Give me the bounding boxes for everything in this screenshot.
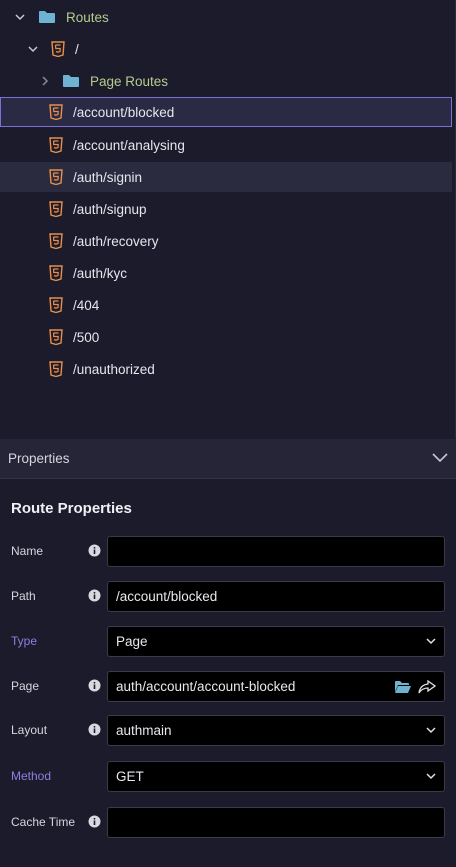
html5-icon <box>49 137 63 153</box>
info-icon[interactable] <box>88 723 101 736</box>
info-icon[interactable] <box>88 679 101 692</box>
tree-label: /unauthorized <box>73 361 155 377</box>
html5-icon <box>49 361 63 377</box>
chevron-right-icon[interactable] <box>37 73 53 89</box>
method-value: GET <box>116 769 144 784</box>
tree-label: / <box>75 41 79 57</box>
cache-time-input[interactable] <box>107 807 445 838</box>
properties-header[interactable]: Properties <box>0 439 456 479</box>
tree-item-route[interactable]: /account/analysing <box>0 130 452 160</box>
type-select[interactable]: Page <box>107 626 445 657</box>
html5-icon <box>49 104 63 120</box>
chevron-down-icon[interactable] <box>12 9 28 25</box>
folder-icon <box>62 74 80 88</box>
name-input[interactable] <box>107 536 445 567</box>
tree-label: /account/blocked <box>73 104 175 120</box>
type-value: Page <box>116 634 148 649</box>
html5-icon <box>49 329 63 345</box>
page-value: auth/account/account-blocked <box>116 679 296 694</box>
layout-label: Layout <box>11 723 48 737</box>
tree-label: /auth/signin <box>73 169 143 185</box>
page-input[interactable]: auth/account/account-blocked <box>107 671 445 702</box>
section-title: Route Properties <box>11 500 132 517</box>
path-row: Path /account/blocked <box>0 581 456 613</box>
share-icon[interactable] <box>418 679 436 694</box>
layout-row: Layout authmain <box>0 715 456 747</box>
layout-select[interactable]: authmain <box>107 715 445 746</box>
tree-item-route[interactable]: /404 <box>0 290 452 320</box>
tree-item-root[interactable]: / <box>0 34 452 64</box>
tree-item-route[interactable]: /auth/signin <box>0 162 452 192</box>
tree-item-route[interactable]: /unauthorized <box>0 354 452 384</box>
html5-icon <box>49 201 63 217</box>
routes-tree: Routes / Page Routes /account/blocked /a… <box>0 0 456 438</box>
folder-open-icon[interactable] <box>394 680 412 694</box>
name-label: Name <box>11 544 44 558</box>
type-row: Type Page <box>0 626 456 658</box>
cache-time-row: Cache Time <box>0 807 456 839</box>
info-icon[interactable] <box>88 589 101 602</box>
html5-icon <box>49 169 63 185</box>
html5-icon <box>49 297 63 313</box>
tree-item-route[interactable]: /account/blocked <box>0 97 452 127</box>
html5-icon <box>51 41 65 57</box>
tree-item-routes[interactable]: Routes <box>0 2 452 32</box>
tree-label: /404 <box>73 297 100 313</box>
tree-label: /auth/signup <box>73 201 147 217</box>
properties-panel: Route Properties Name Path /account/bloc… <box>0 480 456 867</box>
tree-item-route[interactable]: /auth/signup <box>0 194 452 224</box>
tree-label: /500 <box>73 329 100 345</box>
path-input[interactable]: /account/blocked <box>107 581 445 612</box>
folder-icon <box>38 10 56 24</box>
tree-item-route[interactable]: /500 <box>0 322 452 352</box>
tree-label: Page Routes <box>90 73 169 89</box>
tree-item-route[interactable]: /auth/recovery <box>0 226 452 256</box>
info-icon[interactable] <box>88 544 101 557</box>
html5-icon <box>49 265 63 281</box>
type-label: Type <box>11 634 38 648</box>
method-select[interactable]: GET <box>107 761 445 792</box>
method-label: Method <box>11 769 52 783</box>
layout-value: authmain <box>116 723 172 738</box>
name-row: Name <box>0 536 456 568</box>
tree-label: /auth/kyc <box>73 265 128 281</box>
method-row: Method GET <box>0 761 456 793</box>
properties-title: Properties <box>8 451 70 466</box>
cache-time-label: Cache Time <box>11 815 76 829</box>
chevron-down-icon <box>426 727 436 734</box>
chevron-down-icon[interactable] <box>25 41 41 57</box>
tree-item-route[interactable]: /auth/kyc <box>0 258 452 288</box>
tree-item-page-routes[interactable]: Page Routes <box>0 66 452 96</box>
info-icon[interactable] <box>88 815 101 828</box>
html5-icon <box>49 233 63 249</box>
page-label: Page <box>11 679 40 693</box>
path-value: /account/blocked <box>116 589 218 604</box>
tree-label: /account/analysing <box>73 137 185 153</box>
tree-label: Routes <box>66 9 109 25</box>
chevron-down-icon[interactable] <box>432 451 448 466</box>
chevron-down-icon <box>426 638 436 645</box>
page-row: Page auth/account/account-blocked <box>0 671 456 703</box>
path-label: Path <box>11 589 36 603</box>
chevron-down-icon <box>426 773 436 780</box>
tree-label: /auth/recovery <box>73 233 159 249</box>
